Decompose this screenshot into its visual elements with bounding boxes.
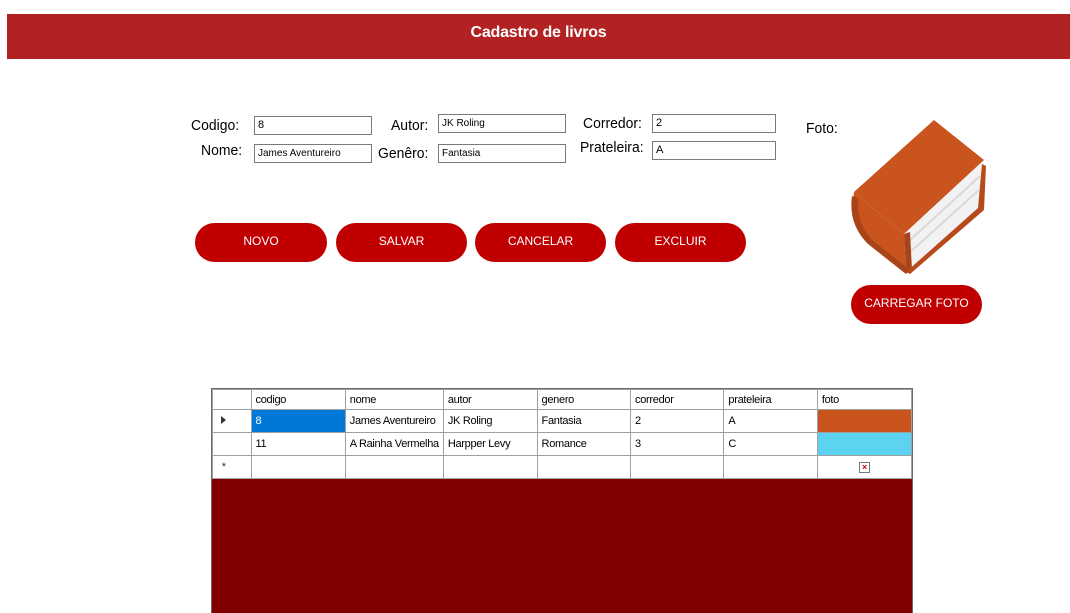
page-title: Cadastro de livros — [470, 23, 607, 41]
salvar-button[interactable]: SALVAR — [336, 223, 467, 262]
genero-label: Genêro: — [378, 145, 429, 162]
new-row-marker: * — [221, 461, 226, 473]
foto-label: Foto: — [806, 120, 838, 137]
excluir-button[interactable]: EXCLUIR — [615, 223, 746, 262]
prateleira-label: Prateleira: — [580, 139, 644, 156]
column-header-codigo[interactable]: codigo — [250, 389, 346, 410]
cell-autor[interactable] — [442, 455, 538, 479]
cell-prateleira[interactable] — [723, 455, 818, 479]
table-header-row: codigo nome autor genero corredor pratel… — [212, 389, 913, 410]
cell-corredor[interactable]: 2 — [630, 409, 725, 433]
column-header-autor[interactable]: autor — [442, 389, 538, 410]
corredor-label: Corredor: — [583, 115, 642, 132]
cell-genero[interactable]: Romance — [536, 432, 632, 456]
nome-field[interactable]: James Aventureiro — [254, 144, 372, 163]
cell-codigo[interactable] — [250, 455, 346, 479]
book-icon — [851, 120, 986, 274]
row-header[interactable]: * — [212, 455, 252, 479]
cell-nome[interactable] — [344, 455, 444, 479]
column-header-corredor[interactable]: corredor — [630, 389, 725, 410]
nome-label: Nome: — [201, 142, 243, 159]
column-header-nome[interactable]: nome — [344, 389, 444, 410]
cancelar-button[interactable]: CANCELAR — [475, 223, 606, 262]
foto-thumbnail — [818, 410, 911, 432]
row-header-corner — [212, 389, 252, 410]
novo-button[interactable]: NOVO — [195, 223, 327, 262]
cell-corredor[interactable]: 3 — [630, 432, 725, 456]
cell-prateleira[interactable]: A — [723, 409, 818, 433]
title-bar: Cadastro de livros — [7, 14, 1070, 59]
cell-nome[interactable]: A Rainha Vermelha — [344, 432, 444, 456]
cell-foto[interactable] — [816, 432, 913, 456]
prateleira-field[interactable]: A — [652, 141, 776, 160]
codigo-field[interactable]: 8 — [254, 116, 372, 135]
new-row[interactable]: * × — [212, 455, 913, 479]
column-header-prateleira[interactable]: prateleira — [723, 389, 818, 410]
codigo-label: Codigo: — [191, 117, 240, 134]
cell-codigo[interactable]: 11 — [250, 432, 346, 456]
column-header-genero[interactable]: genero — [536, 389, 632, 410]
cell-nome[interactable]: James Aventureiro — [344, 409, 444, 433]
genero-field[interactable]: Fantasia — [438, 144, 566, 163]
column-header-foto[interactable]: foto — [816, 389, 913, 410]
row-header[interactable] — [212, 432, 252, 456]
row-pointer-icon — [221, 416, 227, 424]
cell-autor[interactable]: JK Roling — [442, 409, 538, 433]
corredor-field[interactable]: 2 — [652, 114, 776, 133]
cell-codigo[interactable]: 8 — [250, 409, 346, 433]
cell-autor[interactable]: Harpper Levy — [442, 432, 538, 456]
cell-foto[interactable]: × — [816, 455, 913, 479]
table-row[interactable]: 11 A Rainha Vermelha Harpper Levy Romanc… — [212, 432, 913, 456]
broken-image-icon: × — [858, 462, 870, 473]
cell-corredor[interactable] — [630, 455, 725, 479]
cell-foto[interactable] — [816, 409, 913, 433]
row-header[interactable] — [212, 409, 252, 433]
carregar-foto-button[interactable]: CARREGAR FOTO — [851, 285, 982, 324]
cell-genero[interactable]: Fantasia — [536, 409, 632, 433]
cell-prateleira[interactable]: C — [723, 432, 818, 456]
foto-thumbnail — [818, 433, 911, 455]
table-row[interactable]: 8 James Aventureiro JK Roling Fantasia 2… — [212, 409, 913, 433]
autor-field[interactable]: JK Roling — [438, 114, 566, 133]
autor-label: Autor: — [391, 117, 429, 134]
books-grid[interactable]: codigo nome autor genero corredor pratel… — [211, 388, 913, 613]
cell-genero[interactable] — [536, 455, 632, 479]
books-table: codigo nome autor genero corredor pratel… — [212, 389, 913, 479]
